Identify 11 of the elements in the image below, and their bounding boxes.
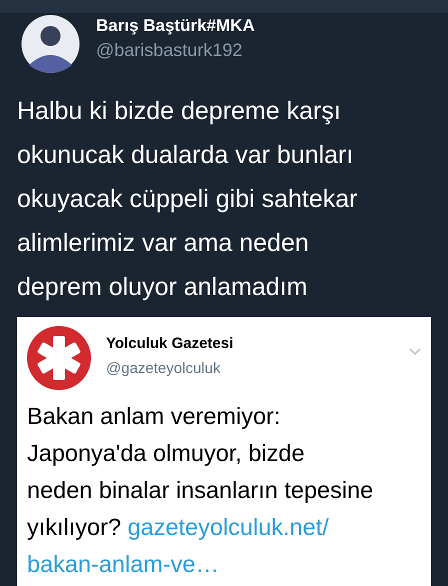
quoted-author-handle: @gazeteyolculuk <box>106 359 222 379</box>
quoted-author-name: Yolculuk Gazetesi <box>106 334 234 354</box>
author-handle: @barisbasturk192 <box>96 39 244 62</box>
article-link[interactable]: gazeteyolculuk.net/ <box>128 514 329 540</box>
asterisk-logo-icon <box>27 326 91 390</box>
quoted-tweet-text: Bakan anlam veremiyor: Japonya'da olmuyor, bizde neden binalar insanların tepesine yıkılıyor? gazeteyolculuk.net/ bakan-anlam-ve… <box>27 402 374 579</box>
quoted-tweet-card[interactable]: Yolculuk Gazetesi @gazeteyolculuk Bakan anlam veremiyor: Japonya'da olmuyor, bizde neden binalar insanların tepesine yıkılıyor? gazeteyolculuk.net/ bakan-anlam-ve… <box>17 317 431 586</box>
chevron-down-icon[interactable] <box>409 348 421 356</box>
tweet-text: Halbu ki bizde depreme karşı okunucak dualarda var bunları okuyacak cüppeli gibi sahtekar alimlerimiz var ama neden deprem oluyor anlamadım <box>16 96 358 303</box>
author-name: Barış Baştürk#MKA <box>96 15 255 37</box>
article-link[interactable]: bakan-anlam-ve… <box>27 551 220 577</box>
